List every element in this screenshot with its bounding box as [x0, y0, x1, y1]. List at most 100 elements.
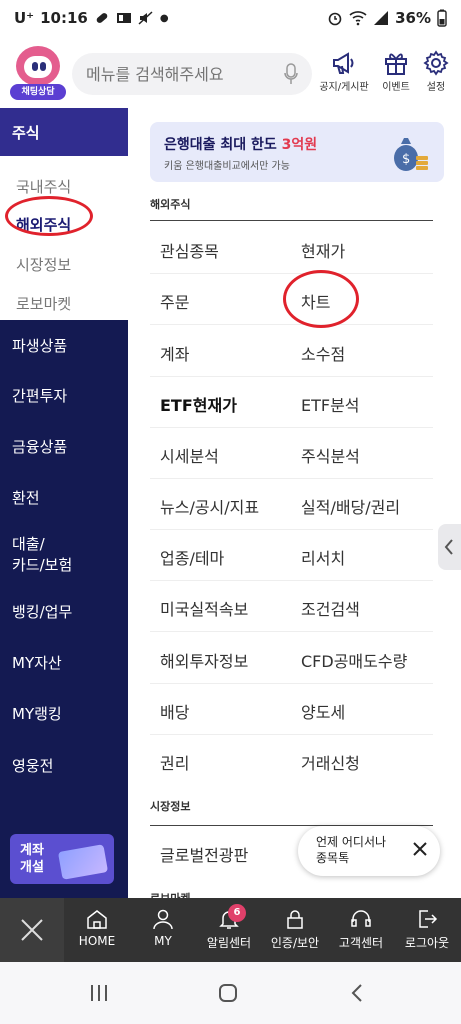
chatbot-robot-icon: [16, 46, 60, 86]
menu-stock-analysis[interactable]: 주식분석: [301, 443, 360, 467]
open-account-button[interactable]: 계좌 개설: [10, 834, 114, 884]
settings-button[interactable]: 설정: [410, 50, 461, 104]
section-title-market-info: 시장정보: [150, 800, 191, 813]
menu-etf-price[interactable]: ETF현재가: [160, 392, 237, 416]
submenu-overseas-stocks[interactable]: 해외주식: [16, 214, 71, 235]
section-title-robo: 로보마켓: [150, 890, 190, 898]
sidebar-item-exchange[interactable]: 환전: [12, 488, 40, 509]
notice-board-label: 공지/게시판: [319, 82, 369, 93]
menu-watchlist[interactable]: 관심종목: [160, 238, 219, 262]
svg-text:$: $: [402, 152, 410, 167]
row-divider: [150, 427, 433, 428]
signal-icon: [374, 11, 389, 25]
card-icon: [57, 844, 109, 880]
sidebar-item-my-assets[interactable]: MY자산: [12, 653, 62, 674]
row-divider: [150, 683, 433, 684]
sidebar-item-financial-products[interactable]: 금융상품: [12, 437, 67, 458]
app-header: 채팅상담 공지/게시판 이벤트 설정: [0, 40, 461, 108]
search-input[interactable]: [86, 53, 266, 95]
row-divider: [150, 529, 433, 530]
menu-rights[interactable]: 권리: [160, 750, 189, 774]
menu-sector-theme[interactable]: 업종/테마: [160, 545, 224, 569]
wifi-icon: [349, 11, 367, 26]
battery-icon: [437, 9, 447, 27]
recent-apps-icon[interactable]: [88, 982, 110, 1004]
tab-label: 고객센터: [338, 936, 384, 950]
menu-overseas-invest-info[interactable]: 해외투자정보: [160, 648, 248, 672]
menu-content: 은행대출 최대 한도 3억원 키움 은행대출비교에서만 가능 $ 해외주식 관심…: [128, 108, 461, 898]
menu-quote-analysis[interactable]: 시세분석: [160, 443, 219, 467]
bottom-tabbar: HOME MY 알림센터 6 인증/보안 고객센터 로그아웃: [0, 898, 461, 962]
status-bar: U⁺ 10:16 ● 36%: [0, 0, 461, 40]
submenu-market-info[interactable]: 시장정보: [16, 254, 71, 275]
battery-percent: 36%: [395, 9, 431, 27]
back-icon[interactable]: [346, 982, 368, 1004]
headset-icon: [351, 910, 371, 927]
status-right: 36%: [327, 9, 447, 27]
row-divider: [150, 478, 433, 479]
menu-condition-search[interactable]: 조건검색: [301, 596, 360, 620]
row-divider: [150, 324, 433, 325]
sidebar-item-my-ranking[interactable]: MY랭킹: [12, 704, 62, 725]
tab-label: 로그아웃: [404, 936, 450, 950]
sidebar-item-stocks[interactable]: 주식: [0, 108, 132, 156]
banner-title: 은행대출 최대 한도 3억원: [164, 137, 318, 153]
carrier-label: U⁺: [14, 9, 35, 27]
loan-banner[interactable]: 은행대출 최대 한도 3억원 키움 은행대출비교에서만 가능 $: [150, 122, 444, 182]
close-icon[interactable]: [412, 841, 428, 857]
menu-trade-application[interactable]: 거래신청: [301, 750, 360, 774]
tab-label: 알림센터: [206, 936, 252, 950]
tab-my[interactable]: MY: [130, 898, 196, 962]
menu-close-button[interactable]: [0, 898, 64, 962]
tab-customer-center[interactable]: 고객센터: [328, 898, 394, 962]
stock-talk-toast[interactable]: 언제 어디서나 종목톡: [298, 826, 440, 876]
row-divider: [150, 273, 433, 274]
menu-order[interactable]: 주문: [160, 289, 189, 313]
close-icon: [21, 919, 43, 941]
row-divider: [150, 631, 433, 632]
status-left: U⁺ 10:16 ●: [14, 9, 169, 27]
menu-account[interactable]: 계좌: [160, 341, 189, 365]
section-divider: [150, 220, 433, 221]
menu-news-disclosure[interactable]: 뉴스/공시/지표: [160, 494, 259, 518]
menu-research[interactable]: 리서치: [301, 545, 345, 569]
sidebar-item-easy-invest[interactable]: 간편투자: [12, 386, 67, 407]
tab-logout[interactable]: 로그아웃: [394, 898, 460, 962]
sidebar-item-derivatives[interactable]: 파생상품: [12, 336, 67, 357]
section-title-overseas: 해외주식: [150, 198, 191, 211]
news-icon: [116, 13, 131, 23]
lock-icon: [287, 910, 303, 929]
tab-home[interactable]: HOME: [64, 898, 130, 962]
mute-icon: [138, 11, 153, 25]
chevron-left-icon: [444, 539, 453, 555]
home-nav-icon[interactable]: [217, 982, 239, 1004]
clock: 10:16: [40, 9, 88, 27]
chatbot-button[interactable]: 채팅상담: [10, 46, 66, 102]
submenu-domestic-stocks[interactable]: 국내주식: [16, 176, 71, 197]
submenu-robo-market[interactable]: 로보마켓: [16, 293, 71, 314]
panel-collapse-button[interactable]: [438, 524, 461, 570]
gear-icon: [423, 50, 449, 76]
menu-cfd-short[interactable]: CFD공매도수량: [301, 648, 407, 672]
microphone-icon[interactable]: [284, 63, 298, 85]
toast-text: 언제 어디서나 종목톡: [316, 835, 387, 865]
sidebar-item-loan-card-insurance[interactable]: 대출/ 카드/보험: [12, 534, 72, 576]
row-divider: [150, 580, 433, 581]
menu-current-price[interactable]: 현재가: [301, 238, 345, 262]
menu-fractional[interactable]: 소수점: [301, 341, 345, 365]
menu-earnings-dividends[interactable]: 실적/배당/권리: [301, 494, 400, 518]
sidebar-item-heroes[interactable]: 영웅전: [12, 756, 53, 777]
sidebar-item-banking[interactable]: 뱅킹/업무: [12, 602, 72, 623]
menu-capital-gains-tax[interactable]: 양도세: [301, 699, 345, 723]
search-bar[interactable]: [72, 53, 312, 95]
stock-submenu: 국내주식 해외주식 시장정보 로보마켓: [0, 156, 128, 320]
menu-etf-analysis[interactable]: ETF분석: [301, 392, 360, 416]
tab-auth-security[interactable]: 인증/보안: [262, 898, 328, 962]
menu-global-board[interactable]: 글로벌전광판: [160, 842, 248, 866]
row-divider: [150, 376, 433, 377]
menu-chart[interactable]: 차트: [301, 289, 330, 313]
menu-us-earnings[interactable]: 미국실적속보: [160, 596, 248, 620]
notice-board-button[interactable]: 공지/게시판: [316, 50, 372, 104]
category-sidebar: 주식 국내주식 해외주식 시장정보 로보마켓 파생상품 간편투자 금융상품 환전…: [0, 108, 132, 898]
menu-dividend[interactable]: 배당: [160, 699, 189, 723]
